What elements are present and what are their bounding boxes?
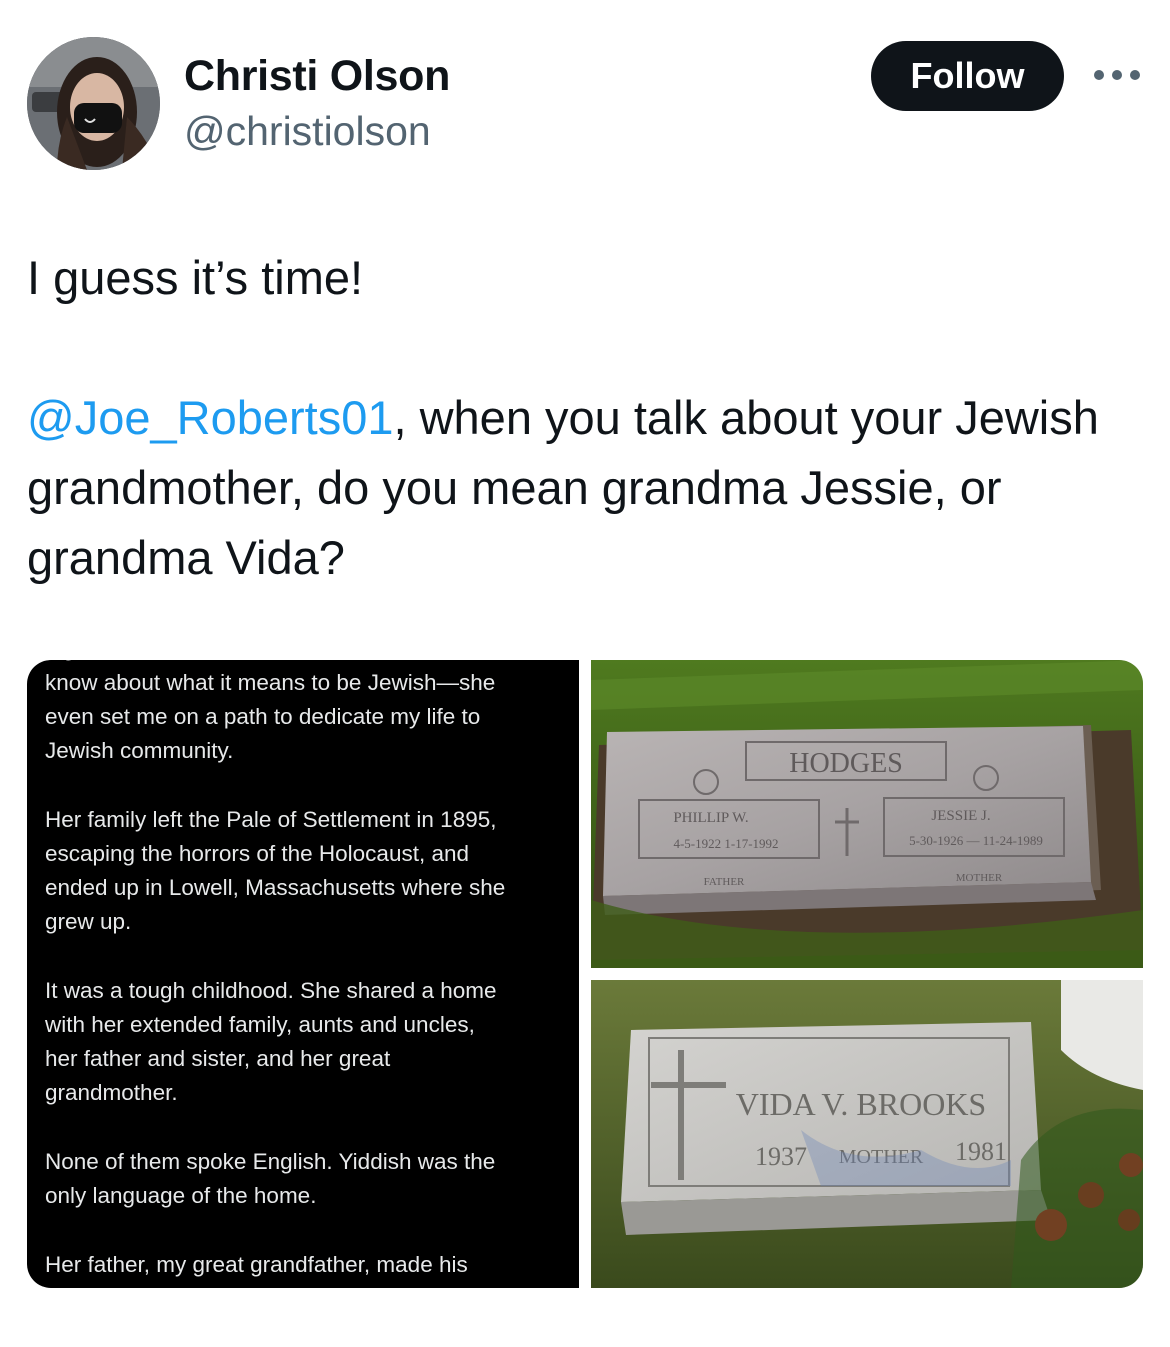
media-photo-hodges-headstone[interactable]: HODGES PHILLIP W. 4-5-1922 1-17-1992 JES…: [591, 660, 1143, 968]
dot: [1112, 70, 1122, 80]
screenshot-line: even set me on a path to dedicate my lif…: [45, 704, 481, 729]
headstone-photo: HODGES PHILLIP W. 4-5-1922 1-17-1992 JES…: [591, 660, 1143, 968]
left-name: PHILLIP W.: [673, 810, 748, 826]
right-role: MOTHER: [956, 872, 1003, 884]
right-name: JESSIE J.: [931, 808, 990, 824]
screenshot-line: grew up.: [45, 909, 132, 934]
media-screenshot[interactable]: y g y g know about what it means to be J…: [27, 660, 579, 1288]
media-photo-brooks-headstone[interactable]: VIDA V. BROOKS 1937 MOTHER 1981: [591, 980, 1143, 1288]
tweet-text-body: @Joe_Roberts01, when you talk about your…: [27, 383, 1137, 593]
display-name[interactable]: Christi Olson: [184, 52, 450, 101]
dot: [1094, 70, 1104, 80]
screenshot-line: None of them spoke English. Yiddish was …: [45, 1149, 496, 1174]
brooks-name: VIDA V. BROOKS: [736, 1086, 986, 1122]
screenshot-line: only language of the home.: [45, 1183, 317, 1208]
user-handle[interactable]: @christiolson: [184, 108, 431, 155]
left-dates: 4-5-1922 1-17-1992: [673, 836, 778, 851]
screenshot-line: grandmother.: [45, 1080, 178, 1105]
more-options-icon[interactable]: [1094, 64, 1140, 86]
brooks-death: 1981: [955, 1137, 1007, 1166]
headstone-photo: VIDA V. BROOKS 1937 MOTHER 1981: [591, 980, 1143, 1288]
screenshot-line: Her father, my great grandfather, made h…: [45, 1252, 468, 1277]
screenshot-line: It was a tough childhood. She shared a h…: [45, 978, 497, 1003]
screenshot-line: ended up in Lowell, Massachusetts where …: [45, 875, 506, 900]
screenshot-line: Her family left the Pale of Settlement i…: [45, 807, 497, 832]
screenshot-line: escaping the horrors of the Holocaust, a…: [45, 841, 470, 866]
avatar[interactable]: [27, 37, 160, 170]
dot: [1130, 70, 1140, 80]
screenshot-line: her father and sister, and her great: [45, 1046, 391, 1071]
tweet-text-line: I guess it’s time!: [27, 251, 364, 304]
screenshot-line: Jewish community.: [45, 738, 234, 763]
hodges-family-name: HODGES: [789, 748, 903, 779]
follow-button[interactable]: Follow: [871, 41, 1064, 111]
right-dates: 5-30-1926 — 11-24-1989: [909, 833, 1043, 848]
screenshot-line: with her extended family, aunts and uncl…: [45, 1012, 475, 1037]
mention-link[interactable]: @Joe_Roberts01: [27, 391, 393, 444]
left-role: FATHER: [704, 876, 745, 888]
avatar-photo: [27, 37, 160, 170]
screenshot-line: know about what it means to be Jewish—sh…: [45, 670, 496, 695]
brooks-birth: 1937: [755, 1142, 807, 1171]
